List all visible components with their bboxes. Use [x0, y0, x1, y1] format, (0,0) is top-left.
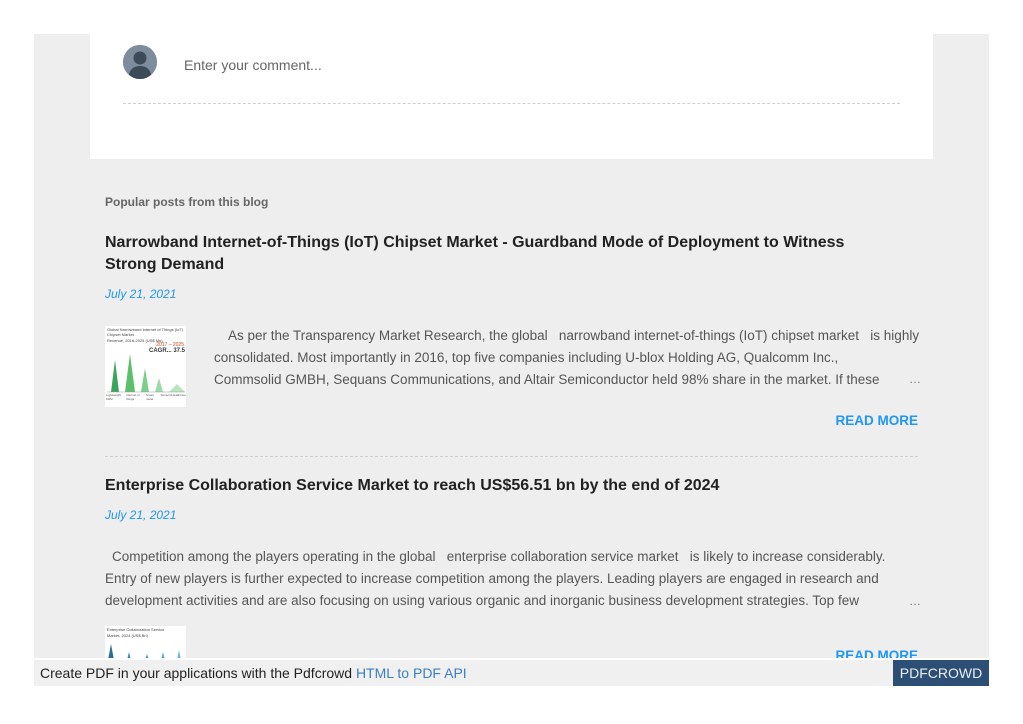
thumbnail-chart-graphic — [108, 644, 181, 658]
post-snippet: As per the Transparency Market Research,… — [214, 328, 920, 387]
pdf-api-link[interactable]: HTML to PDF API — [356, 665, 467, 681]
post-date[interactable]: July 21, 2021 — [105, 508, 176, 522]
pdf-footer-text: Create PDF in your applications with the… — [40, 665, 467, 681]
thumbnail-labels: Lightweight M2M Internet of things Smart… — [106, 393, 186, 401]
comment-form — [90, 34, 933, 159]
user-avatar-icon — [123, 45, 157, 79]
post-thumbnail[interactable]: Global Narrowband Internet of Things (Io… — [105, 326, 186, 407]
post-thumbnail[interactable]: Enterprise Collaboration Service Market,… — [105, 626, 186, 658]
thumbnail-subtitle: Market, 2024 (US$ Bn) — [107, 633, 148, 638]
blog-page: Popular posts from this blog Narrowband … — [34, 34, 989, 658]
read-more-link[interactable]: READ MORE — [835, 648, 918, 658]
comment-divider — [123, 103, 900, 104]
snippet-ellipsis: … — [909, 372, 921, 386]
snippet-ellipsis: … — [909, 594, 921, 608]
post-divider — [105, 456, 918, 457]
post-snippet: Competition among the players operating … — [105, 549, 886, 608]
pdfcrowd-badge[interactable]: PDFCROWD — [893, 660, 989, 686]
post-title[interactable]: Enterprise Collaboration Service Market … — [105, 475, 845, 497]
thumbnail-title: Global Narrowband Internet of Things (Io… — [107, 327, 184, 337]
read-more-link[interactable]: READ MORE — [835, 413, 918, 428]
pdf-footer-bar: Create PDF in your applications with the… — [34, 660, 989, 686]
post-title[interactable]: Narrowband Internet-of-Things (IoT) Chip… — [105, 232, 845, 276]
post-date[interactable]: July 21, 2021 — [105, 287, 176, 301]
comment-input[interactable] — [184, 54, 784, 76]
popular-posts-heading: Popular posts from this blog — [105, 195, 269, 209]
